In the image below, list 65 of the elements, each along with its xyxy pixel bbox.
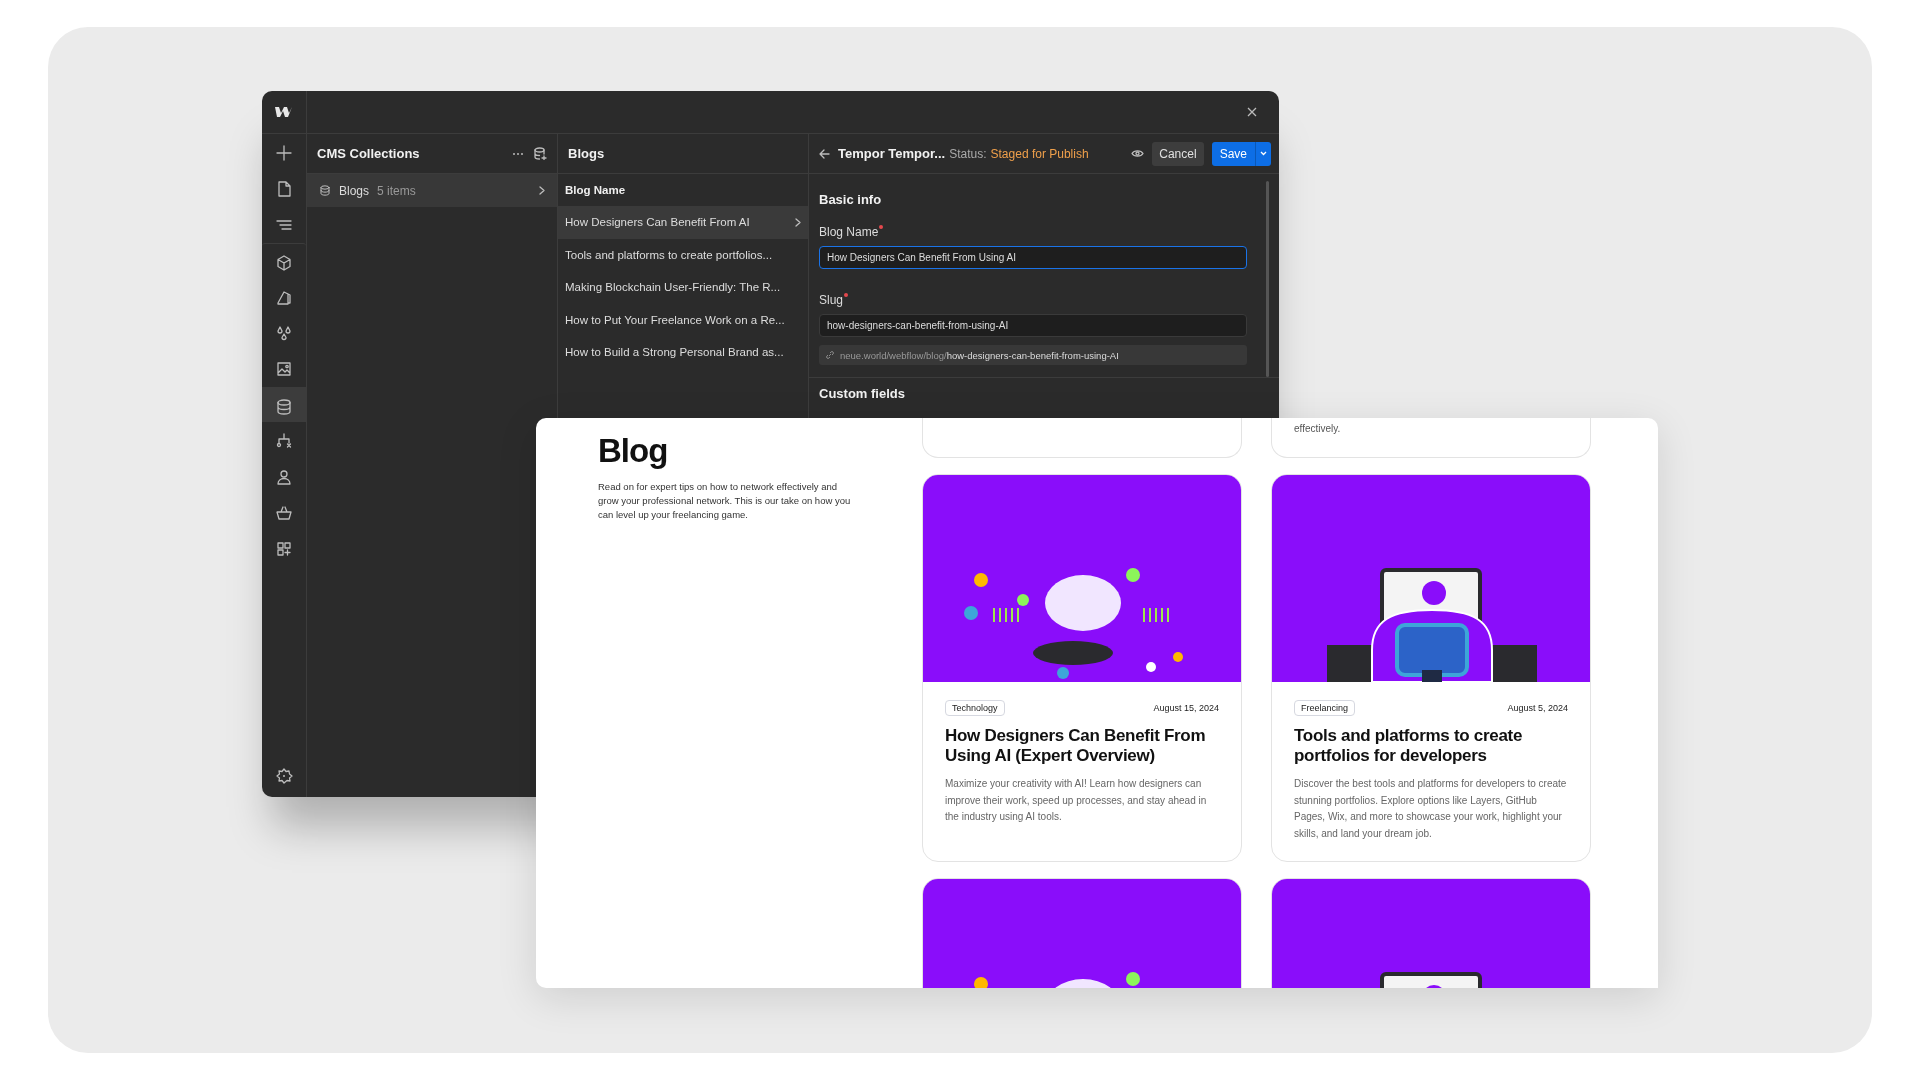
post-date: August 15, 2024 xyxy=(1153,703,1219,713)
cube-icon xyxy=(275,253,293,272)
input-field[interactable]: how-designers-can-benefit-from-using-AI xyxy=(819,314,1247,337)
sidebar-button[interactable] xyxy=(262,387,306,422)
status-value: Staged for Publish xyxy=(990,146,1090,161)
input-field[interactable]: How Designers Can Benefit From Using AI xyxy=(819,246,1247,269)
logo-icon xyxy=(275,106,293,118)
status-label: Status: xyxy=(949,146,987,161)
apps-icon xyxy=(275,539,293,558)
url-preview: neue.world/webflow/blog/how-designers-can-benefit-from-using-AI xyxy=(840,349,1119,361)
panel-title: CMS Collections xyxy=(317,146,421,161)
save-menu-button[interactable] xyxy=(1256,141,1271,166)
item-name: Tools and platforms to create portfolios... xyxy=(565,248,773,261)
card-title: Tools and platforms to create portfolios for developers xyxy=(1294,726,1524,766)
chevron-icon xyxy=(795,217,801,227)
post-date: August 5, 2024 xyxy=(1507,703,1568,713)
more-icon[interactable] xyxy=(512,151,524,156)
user-icon xyxy=(275,467,293,486)
caret-icon xyxy=(1260,151,1267,156)
database-icon xyxy=(319,184,331,197)
card-excerpt: effectively. xyxy=(1294,423,1341,434)
item-name: Making Blockchain User-Friendly: The R... xyxy=(565,281,781,294)
list-item[interactable]: Tools and platforms to create portfolios... xyxy=(558,238,808,271)
section-title: Custom fields xyxy=(819,386,906,401)
back-icon[interactable] xyxy=(819,148,830,159)
collection-item[interactable]: Blogs 5 items xyxy=(307,174,557,207)
item-name: How to Put Your Freelance Work on a Re... xyxy=(565,313,785,326)
list-item[interactable]: Making Blockchain User-Friendly: The R... xyxy=(558,271,808,304)
card-excerpt: Discover the best tools and platforms for developers to create stunning portfolios. Explore options like Layers, GitHub Pages, Wix, and more to showcase your work, highlight your skills, and land your dream job. xyxy=(1294,777,1568,841)
panel-title: Blogs xyxy=(568,146,606,161)
section-title: Basic info xyxy=(819,192,883,207)
blog-card[interactable] xyxy=(922,474,1242,862)
category-tag: Technology xyxy=(945,700,1005,716)
save-button[interactable]: Save xyxy=(1211,141,1256,166)
blog-card[interactable] xyxy=(1271,474,1591,862)
card-title: How Designers Can Benefit From Using AI (Expert Overview) xyxy=(945,726,1207,766)
list-item[interactable]: How Designers Can Benefit From AI xyxy=(558,206,808,239)
field-label: Blog Name xyxy=(819,225,879,239)
page-intro: Read on for expert tips on how to network effectively and grow your professional network. This is our take on how you can level up your freelancing game. xyxy=(598,479,852,522)
item-name: How to Build a Strong Personal Brand as... xyxy=(565,346,784,359)
category-tag: Freelancing xyxy=(1294,700,1356,716)
column-header: Blog Name xyxy=(564,183,627,198)
link-icon xyxy=(826,351,834,359)
card-excerpt: Maximize your creativity with AI! Learn how designers can improve their work, speed up processes, and stay ahead in the industry using AI tools. xyxy=(945,777,1208,824)
close-icon[interactable] xyxy=(1247,107,1257,117)
chevron-icon xyxy=(539,186,545,195)
field-label: Slug xyxy=(819,293,844,307)
image-icon xyxy=(275,359,293,378)
eye-icon[interactable] xyxy=(1131,149,1145,158)
list-item[interactable]: How to Build a Strong Personal Brand as... xyxy=(558,336,808,369)
list-item[interactable]: How to Put Your Freelance Work on a Re... xyxy=(558,303,808,336)
scrollbar[interactable] xyxy=(1266,181,1269,377)
item-title: Tempor Tempor... xyxy=(838,146,946,161)
page-title: Blog xyxy=(598,432,669,470)
settings-icon xyxy=(275,766,293,785)
branch-icon xyxy=(275,431,293,450)
database-icon xyxy=(275,397,293,416)
blog-card[interactable]: effectively. xyxy=(1271,418,1591,458)
cancel-button[interactable]: Cancel xyxy=(1152,141,1204,166)
item-count: 5 items xyxy=(377,183,417,198)
add-database-icon[interactable] xyxy=(534,147,547,160)
plus-icon xyxy=(275,143,293,162)
item-name: How Designers Can Benefit From AI xyxy=(565,216,750,229)
collection-name: Blogs xyxy=(339,183,370,198)
page-icon xyxy=(275,179,293,198)
